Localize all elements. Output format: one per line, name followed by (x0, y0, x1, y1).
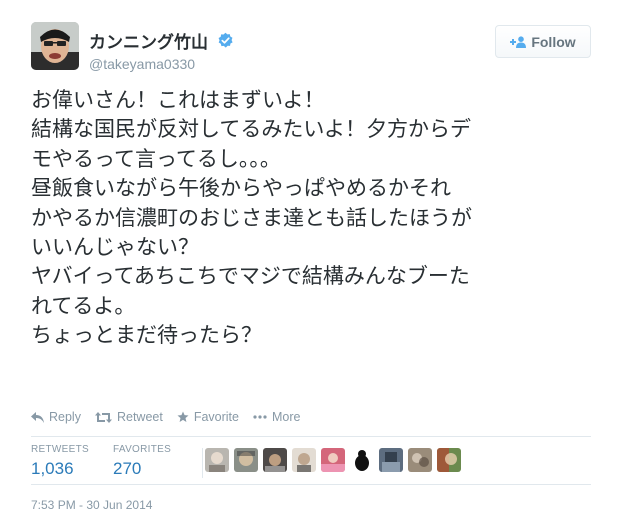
verified-badge-icon (218, 32, 233, 48)
divider (31, 484, 591, 485)
favoriter-avatar[interactable] (292, 448, 316, 472)
favoriter-avatar[interactable] (408, 448, 432, 472)
user-name-block[interactable]: カンニング竹山 @takeyama0330 (89, 28, 234, 72)
retweets-stat-label: RETWEETS (31, 444, 89, 455)
favoriter-avatar-image (437, 448, 461, 472)
tweet-line: いいんじゃない？ (31, 235, 199, 260)
favorites-count: 270 (113, 459, 142, 478)
favoriter-avatar-image (408, 448, 432, 472)
tweet-actions: Reply Retweet Favorite More (31, 408, 314, 426)
display-name[interactable]: カンニング竹山 (89, 28, 208, 53)
tweet-line: 結構な国民が反対してるみたいよ！夕方からデ (31, 117, 471, 142)
favorites-stat-label: FAVORITES (113, 444, 172, 455)
star-icon (177, 411, 189, 422)
favoriter-avatar-image (205, 448, 229, 472)
favorite-label: Favorite (193, 410, 239, 424)
follow-user-icon (510, 35, 527, 48)
favoriter-avatar[interactable] (205, 448, 229, 472)
retweet-label: Retweet (116, 410, 163, 424)
tweet-line: 昼飯食いながら午後からやっぱやめるかそれ (31, 176, 451, 201)
favoriters-avatars (205, 448, 466, 472)
favoriter-avatar[interactable] (350, 448, 374, 472)
retweet-icon (94, 411, 112, 423)
favoriter-avatar-image (263, 448, 287, 472)
tweet-line: お偉いさん！これはまずいよ！ (31, 88, 325, 112)
tweet-header: カンニング竹山 @takeyama0330 Follow (31, 22, 591, 78)
favoriter-avatar-image (321, 448, 345, 472)
favoriter-avatar-image (350, 448, 374, 472)
stats-separator (202, 448, 203, 478)
avatar-image (31, 22, 79, 70)
more-button[interactable]: More (253, 410, 300, 424)
favoriter-avatar[interactable] (263, 448, 287, 472)
favoriter-avatar-image (379, 448, 403, 472)
reply-label: Reply (49, 410, 81, 424)
retweets-count: 1,036 (31, 459, 74, 478)
retweets-stat[interactable]: RETWEETS 1,036 (31, 444, 89, 479)
favoriter-avatar-image (292, 448, 316, 472)
follow-button[interactable]: Follow (495, 25, 591, 58)
divider (31, 436, 591, 437)
follow-button-label: Follow (531, 33, 576, 50)
retweet-button[interactable]: Retweet (94, 410, 163, 424)
tweet-text: お偉いさん！これはまずいよ！ 結構な国民が反対してるみたいよ！夕方からデ モやる… (31, 86, 601, 351)
tweet-line: モやるって言ってるし。。。 (31, 146, 281, 171)
favorites-stat[interactable]: FAVORITES 270 (113, 444, 171, 479)
tweet-line: ヤバイってあちこちでマジで結構みんなブーた (31, 264, 470, 289)
tweet-timestamp[interactable]: 7:53 PM - 30 Jun 2014 (31, 498, 152, 512)
more-dots-icon (253, 415, 267, 419)
more-label: More (271, 410, 301, 424)
tweet-line: ちょっとまだ待ったら？ (31, 323, 262, 348)
reply-button[interactable]: Reply (31, 410, 81, 424)
favoriter-avatar[interactable] (234, 448, 258, 472)
reply-icon (31, 411, 44, 423)
user-avatar[interactable] (31, 22, 79, 70)
tweet-line: かやるか信濃町のおじさま達とも話したほうが (31, 205, 472, 230)
favoriter-avatar[interactable] (437, 448, 461, 472)
user-handle[interactable]: @takeyama0330 (89, 56, 234, 72)
favoriter-avatar[interactable] (321, 448, 345, 472)
favorite-button[interactable]: Favorite (177, 410, 239, 424)
favoriter-avatar[interactable] (379, 448, 403, 472)
tweet-line: れてるよ。 (31, 293, 136, 318)
favoriter-avatar-image (234, 448, 258, 472)
